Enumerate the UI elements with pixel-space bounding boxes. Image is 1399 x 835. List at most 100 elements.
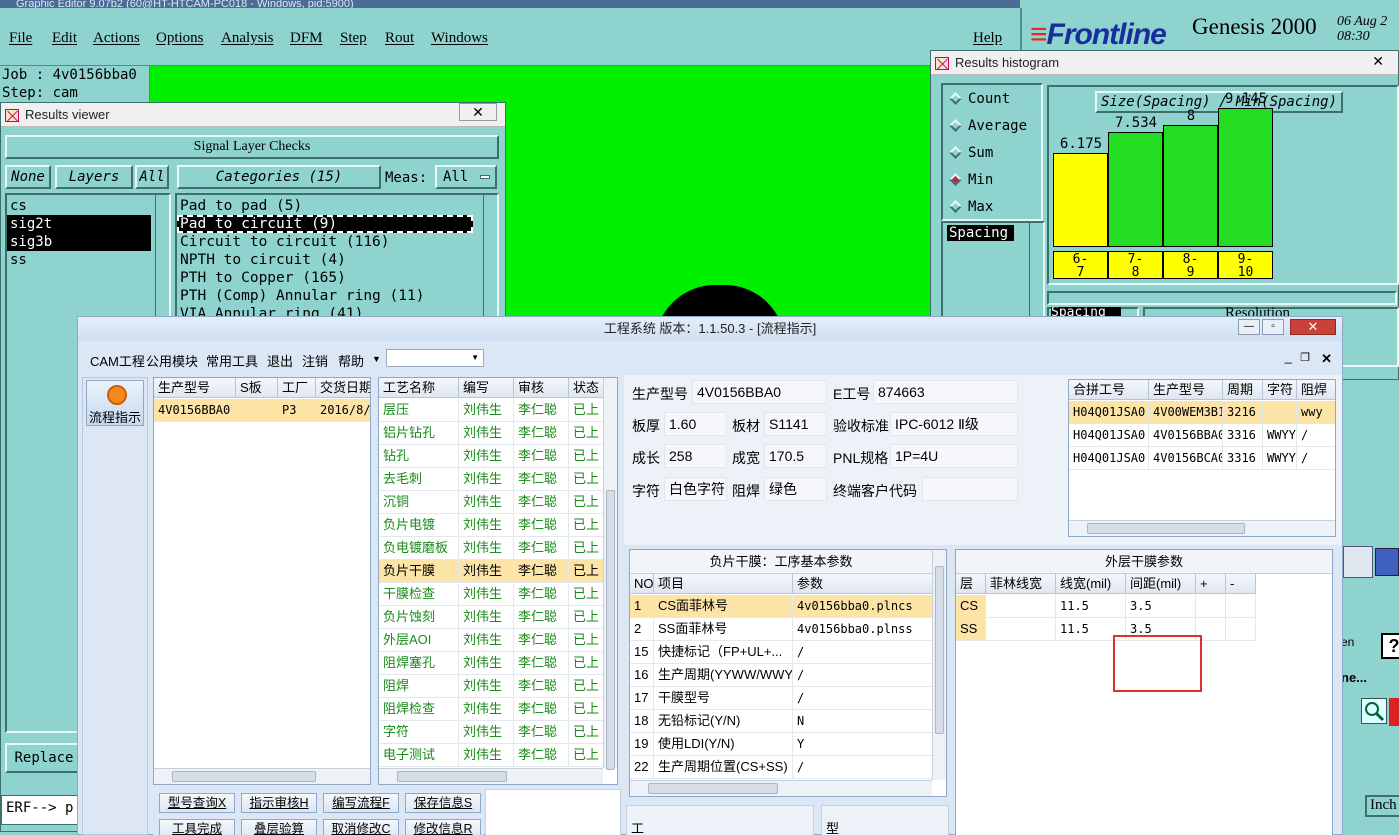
- menu-file[interactable]: File: [9, 30, 32, 47]
- grid-cell[interactable]: 李仁聪: [514, 583, 569, 606]
- bottom-field-1[interactable]: 工: [626, 805, 814, 835]
- column-header[interactable]: 项目: [654, 574, 793, 594]
- zoom-icon[interactable]: [1361, 698, 1387, 724]
- grid-cell[interactable]: 李仁聪: [514, 744, 569, 767]
- window-close-button[interactable]: ✕: [1290, 319, 1336, 335]
- grid-cell[interactable]: 2: [630, 618, 654, 641]
- grid-cell[interactable]: 李仁聪: [514, 675, 569, 698]
- menu-combo[interactable]: ▼: [386, 349, 484, 367]
- grid-cell[interactable]: WWYY: [1263, 447, 1297, 470]
- cust-value[interactable]: [922, 477, 1018, 501]
- grid-cell[interactable]: 16: [630, 664, 654, 687]
- grid-cell[interactable]: 已上: [569, 491, 605, 514]
- layer-item[interactable]: ss: [7, 251, 151, 269]
- grid-cell[interactable]: Y: [793, 733, 933, 756]
- grid-cell[interactable]: 李仁聪: [514, 399, 569, 422]
- grid-cell[interactable]: 已上: [569, 537, 605, 560]
- column-header[interactable]: 合拼工号: [1069, 380, 1149, 400]
- grid-cell[interactable]: 刘伟生: [459, 560, 514, 583]
- menu-help[interactable]: Help: [973, 30, 1002, 47]
- grid-cell[interactable]: 李仁聪: [514, 698, 569, 721]
- menu-help[interactable]: 帮助: [338, 351, 364, 370]
- grid-cell[interactable]: 刘伟生: [459, 422, 514, 445]
- column-header[interactable]: +: [1196, 574, 1226, 594]
- grid-cell[interactable]: 李仁聪: [514, 560, 569, 583]
- grid-cell[interactable]: 阻焊塞孔: [379, 652, 459, 675]
- grid-cell[interactable]: H04Q01JSA0: [1069, 447, 1149, 470]
- meas-dropdown[interactable]: All: [435, 165, 497, 189]
- help-icon[interactable]: ?: [1381, 633, 1399, 659]
- grid-cell[interactable]: [1263, 401, 1297, 424]
- grid-cell[interactable]: 李仁聪: [514, 652, 569, 675]
- grid-cell[interactable]: /: [793, 641, 933, 664]
- grid-cell[interactable]: 4v0156bba0.plnss: [793, 618, 933, 641]
- none-button[interactable]: None: [5, 165, 51, 189]
- menu-cam[interactable]: CAM工程: [90, 351, 145, 370]
- unit-inch[interactable]: Inch: [1365, 795, 1399, 817]
- grid-cell[interactable]: 2016/8/: [316, 399, 370, 422]
- grid-cell[interactable]: 李仁聪: [514, 537, 569, 560]
- bottom-field-2[interactable]: 型: [821, 805, 949, 835]
- column-header[interactable]: NO: [630, 574, 654, 594]
- action-button[interactable]: 修改信息R: [405, 819, 481, 835]
- grid-cell[interactable]: 电子测试: [379, 744, 459, 767]
- grid-cell[interactable]: 刘伟生: [459, 468, 514, 491]
- grid-cell[interactable]: 负片干膜: [379, 560, 459, 583]
- grid-cell[interactable]: 快捷标记（FP+UL+...: [654, 641, 793, 664]
- grid-cell[interactable]: 已上: [569, 468, 605, 491]
- column-header[interactable]: 工厂: [278, 378, 316, 398]
- model-value[interactable]: 4V0156BBA0: [692, 380, 827, 404]
- grid-cell[interactable]: 刘伟生: [459, 583, 514, 606]
- grid-cell[interactable]: [986, 618, 1056, 641]
- grid-cell[interactable]: 李仁聪: [514, 721, 569, 744]
- grid-cell[interactable]: 刘伟生: [459, 537, 514, 560]
- grid-cell[interactable]: 1: [630, 595, 654, 618]
- menu-common-module[interactable]: 公用模块: [146, 351, 198, 370]
- grid-cell[interactable]: 刘伟生: [459, 721, 514, 744]
- grid-cell[interactable]: 已上: [569, 422, 605, 445]
- grid-cell[interactable]: 4V0156BBA0: [154, 399, 236, 422]
- grid-cell[interactable]: /: [1297, 447, 1335, 470]
- category-item[interactable]: PTH (Comp) Annular ring (11): [177, 287, 473, 305]
- grid-cell[interactable]: SS面菲林号: [654, 618, 793, 641]
- material-value[interactable]: S1141: [764, 412, 827, 436]
- grid-cell[interactable]: SS: [956, 618, 986, 641]
- action-button[interactable]: 工具完成: [159, 819, 235, 835]
- grid-cell[interactable]: 已上: [569, 606, 605, 629]
- maximize-button[interactable]: ▫: [1262, 319, 1284, 335]
- grid-cell[interactable]: 已上: [569, 399, 605, 422]
- grid-cell[interactable]: 刘伟生: [459, 698, 514, 721]
- grid-cell[interactable]: 4V0156BBA0: [1149, 424, 1223, 447]
- grid-cell[interactable]: 已上: [569, 721, 605, 744]
- grid-cell[interactable]: /: [793, 687, 933, 710]
- layer-item[interactable]: cs: [7, 197, 151, 215]
- grid-cell[interactable]: wwy: [1297, 401, 1335, 424]
- grid-cell[interactable]: 刘伟生: [459, 399, 514, 422]
- mask-value[interactable]: 绿色: [764, 477, 827, 501]
- help-chevron-icon[interactable]: ▼: [372, 354, 381, 364]
- category-item[interactable]: Pad to pad (5): [177, 197, 473, 215]
- grid-cell[interactable]: /: [793, 756, 933, 779]
- column-header[interactable]: 层: [956, 574, 986, 594]
- silk-value[interactable]: 白色字符: [664, 477, 727, 501]
- pnl-value[interactable]: 1P=4U: [890, 444, 1018, 468]
- process-vscrollbar[interactable]: [603, 378, 617, 770]
- grid-cell[interactable]: 字符: [379, 721, 459, 744]
- grid-cell[interactable]: 已上: [569, 445, 605, 468]
- layer-item[interactable]: sig3b: [7, 233, 151, 251]
- action-button[interactable]: 型号查询X: [159, 793, 235, 813]
- grid-cell[interactable]: 已上: [569, 514, 605, 537]
- column-header[interactable]: 间距(mil): [1126, 574, 1196, 594]
- column-header[interactable]: 参数: [793, 574, 933, 594]
- grid-cell[interactable]: [986, 595, 1056, 618]
- layer-tool-icon[interactable]: [1343, 546, 1373, 578]
- grid-cell[interactable]: 李仁聪: [514, 514, 569, 537]
- length-value[interactable]: 258: [664, 444, 727, 468]
- film-hscrollbar[interactable]: [630, 780, 932, 796]
- grid-cell[interactable]: 刘伟生: [459, 491, 514, 514]
- menu-dfm[interactable]: DFM: [290, 30, 323, 47]
- process-grid[interactable]: 工艺名称 编写 审核 状态 层压 刘伟生 李仁聪 已上 铝片钻孔 刘伟生 李仁聪 已上 钻孔 刘伟生 李仁聪…: [378, 377, 618, 785]
- grid-cell[interactable]: 阻焊: [379, 675, 459, 698]
- grid-cell[interactable]: N: [793, 710, 933, 733]
- grid-cell[interactable]: /: [793, 664, 933, 687]
